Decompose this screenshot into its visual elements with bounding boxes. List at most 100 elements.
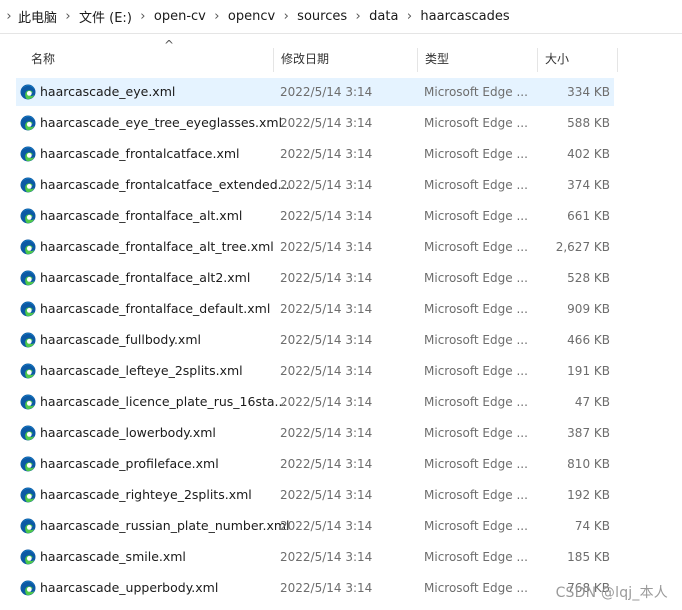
file-row[interactable]: haarcascade_upperbody.xml 2022/5/14 3:14 M… bbox=[16, 574, 614, 602]
file-modified-date: 2022/5/14 3:14 bbox=[280, 519, 373, 533]
column-divider[interactable] bbox=[617, 48, 618, 72]
edge-browser-icon bbox=[20, 301, 36, 317]
file-size: 387 KB bbox=[567, 426, 610, 440]
breadcrumb-item-this-pc[interactable]: 此电脑 bbox=[18, 7, 57, 26]
file-name: haarcascade_frontalface_alt2.xml bbox=[40, 270, 251, 285]
file-row[interactable]: haarcascade_fullbody.xml 2022/5/14 3:14 Mi… bbox=[16, 326, 614, 354]
file-type: Microsoft Edge ... bbox=[424, 116, 528, 130]
column-header-name-label: 名称 bbox=[31, 52, 56, 66]
file-row[interactable]: haarcascade_frontalface_alt.xml 2022/5/14… bbox=[16, 202, 614, 230]
edge-browser-icon bbox=[20, 487, 36, 503]
column-header-name[interactable]: ^ 名称 bbox=[24, 38, 274, 74]
file-size: 528 KB bbox=[567, 271, 610, 285]
file-row[interactable]: haarcascade_frontalface_default.xml 2022/… bbox=[16, 295, 614, 323]
edge-browser-icon bbox=[20, 332, 36, 348]
file-type: Microsoft Edge ... bbox=[424, 550, 528, 564]
file-row[interactable]: haarcascade_russian_plate_number.xml 2022… bbox=[16, 512, 614, 540]
edge-browser-icon bbox=[20, 549, 36, 565]
edge-browser-icon bbox=[20, 146, 36, 162]
file-type: Microsoft Edge ... bbox=[424, 395, 528, 409]
file-name: haarcascade_licence_plate_rus_16sta... bbox=[40, 394, 287, 409]
file-name: haarcascade_frontalface_alt_tree.xml bbox=[40, 239, 274, 254]
column-header-size[interactable]: 大小 bbox=[538, 44, 618, 74]
file-name: haarcascade_fullbody.xml bbox=[40, 332, 201, 347]
column-header-date[interactable]: 修改日期 bbox=[274, 44, 418, 74]
file-modified-date: 2022/5/14 3:14 bbox=[280, 271, 373, 285]
chevron-right-icon[interactable]: › bbox=[206, 9, 228, 24]
edge-browser-icon bbox=[20, 84, 36, 100]
chevron-right-icon[interactable]: › bbox=[347, 9, 369, 24]
column-header-date-label: 修改日期 bbox=[281, 52, 330, 66]
file-size: 810 KB bbox=[567, 457, 610, 471]
file-row[interactable]: haarcascade_smile.xml 2022/5/14 3:14 Micro… bbox=[16, 543, 614, 571]
file-type: Microsoft Edge ... bbox=[424, 147, 528, 161]
file-row[interactable]: haarcascade_eye_tree_eyeglasses.xml 2022/… bbox=[16, 109, 614, 137]
breadcrumb-item-open-cv[interactable]: open-cv bbox=[154, 9, 206, 24]
file-row[interactable]: haarcascade_frontalcatface.xml 2022/5/14 … bbox=[16, 140, 614, 168]
edge-browser-icon bbox=[20, 394, 36, 410]
edge-browser-icon bbox=[20, 518, 36, 534]
file-size: 661 KB bbox=[567, 209, 610, 223]
breadcrumb-item-haarcascades[interactable]: haarcascades bbox=[420, 9, 509, 24]
file-modified-date: 2022/5/14 3:14 bbox=[280, 395, 373, 409]
file-modified-date: 2022/5/14 3:14 bbox=[280, 147, 373, 161]
file-row[interactable]: haarcascade_lowerbody.xml 2022/5/14 3:14 M… bbox=[16, 419, 614, 447]
edge-browser-icon bbox=[20, 115, 36, 131]
file-row[interactable]: haarcascade_licence_plate_rus_16sta... 20… bbox=[16, 388, 614, 416]
chevron-right-icon[interactable]: › bbox=[132, 9, 154, 24]
file-modified-date: 2022/5/14 3:14 bbox=[280, 457, 373, 471]
file-row[interactable]: haarcascade_lefteye_2splits.xml 2022/5/14… bbox=[16, 357, 614, 385]
file-type: Microsoft Edge ... bbox=[424, 426, 528, 440]
file-modified-date: 2022/5/14 3:14 bbox=[280, 426, 373, 440]
edge-browser-icon bbox=[20, 208, 36, 224]
file-name: haarcascade_upperbody.xml bbox=[40, 580, 219, 595]
file-modified-date: 2022/5/14 3:14 bbox=[280, 178, 373, 192]
file-row[interactable]: haarcascade_frontalface_alt_tree.xml 2022… bbox=[16, 233, 614, 261]
file-type: Microsoft Edge ... bbox=[424, 488, 528, 502]
file-type: Microsoft Edge ... bbox=[424, 85, 528, 99]
file-modified-date: 2022/5/14 3:14 bbox=[280, 333, 373, 347]
chevron-right-icon[interactable]: › bbox=[275, 9, 297, 24]
file-size: 402 KB bbox=[567, 147, 610, 161]
column-header-type[interactable]: 类型 bbox=[418, 44, 538, 74]
file-size: 2,627 KB bbox=[555, 240, 610, 254]
file-size: 192 KB bbox=[567, 488, 610, 502]
file-type: Microsoft Edge ... bbox=[424, 178, 528, 192]
file-name: haarcascade_frontalface_alt.xml bbox=[40, 208, 243, 223]
file-row[interactable]: haarcascade_righteye_2splits.xml 2022/5/1… bbox=[16, 481, 614, 509]
edge-browser-icon bbox=[20, 177, 36, 193]
file-name: haarcascade_eye.xml bbox=[40, 84, 176, 99]
file-size: 374 KB bbox=[567, 178, 610, 192]
file-type: Microsoft Edge ... bbox=[424, 302, 528, 316]
file-size: 74 KB bbox=[574, 519, 610, 533]
file-size: 185 KB bbox=[567, 550, 610, 564]
file-name: haarcascade_eye_tree_eyeglasses.xml bbox=[40, 115, 283, 130]
edge-browser-icon bbox=[20, 270, 36, 286]
file-row[interactable]: haarcascade_frontalcatface_extended... 20… bbox=[16, 171, 614, 199]
file-size: 909 KB bbox=[567, 302, 610, 316]
edge-browser-icon bbox=[20, 363, 36, 379]
file-modified-date: 2022/5/14 3:14 bbox=[280, 550, 373, 564]
file-name: haarcascade_frontalcatface_extended... bbox=[40, 177, 290, 192]
file-type: Microsoft Edge ... bbox=[424, 457, 528, 471]
file-size: 466 KB bbox=[567, 333, 610, 347]
chevron-right-icon[interactable]: › bbox=[57, 9, 79, 24]
file-row[interactable]: haarcascade_profileface.xml 2022/5/14 3:1… bbox=[16, 450, 614, 478]
chevron-right-icon[interactable]: › bbox=[0, 9, 18, 24]
file-modified-date: 2022/5/14 3:14 bbox=[280, 116, 373, 130]
breadcrumb-item-opencv[interactable]: opencv bbox=[228, 9, 275, 24]
file-name: haarcascade_righteye_2splits.xml bbox=[40, 487, 252, 502]
breadcrumb-item-sources[interactable]: sources bbox=[297, 9, 347, 24]
edge-browser-icon bbox=[20, 239, 36, 255]
file-name: haarcascade_profileface.xml bbox=[40, 456, 219, 471]
file-modified-date: 2022/5/14 3:14 bbox=[280, 581, 373, 595]
breadcrumb-item-drive-e[interactable]: 文件 (E:) bbox=[79, 7, 132, 26]
breadcrumb-item-data[interactable]: data bbox=[369, 9, 398, 24]
file-name: haarcascade_lefteye_2splits.xml bbox=[40, 363, 243, 378]
file-row[interactable]: haarcascade_eye.xml 2022/5/14 3:14 Microso… bbox=[16, 78, 614, 106]
column-header-type-label: 类型 bbox=[425, 52, 450, 66]
file-type: Microsoft Edge ... bbox=[424, 209, 528, 223]
file-row[interactable]: haarcascade_frontalface_alt2.xml 2022/5/1… bbox=[16, 264, 614, 292]
file-modified-date: 2022/5/14 3:14 bbox=[280, 240, 373, 254]
chevron-right-icon[interactable]: › bbox=[398, 9, 420, 24]
